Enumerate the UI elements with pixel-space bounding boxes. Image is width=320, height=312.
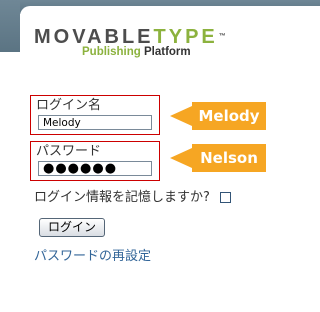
logo-wordmark: MOVABLETYPE™ xyxy=(34,26,226,48)
logo-subtitle-dark: Platform xyxy=(143,46,191,58)
login-button[interactable]: ログイン xyxy=(39,218,106,237)
password-input[interactable] xyxy=(38,161,152,176)
logo-subtitle: Publishing Platform xyxy=(82,46,191,58)
header-bar-left xyxy=(0,0,20,52)
username-callout-text: Melody xyxy=(198,107,260,125)
logo-subtitle-green: Publishing xyxy=(82,46,141,58)
password-label: パスワード xyxy=(36,144,102,159)
password-highlight-box: パスワード xyxy=(30,141,160,181)
password-callout-text: Nelson xyxy=(200,149,258,167)
movabletype-logo: MOVABLETYPE™ Publishing Platform xyxy=(34,26,226,58)
username-input[interactable] xyxy=(38,115,152,130)
username-label: ログイン名 xyxy=(36,98,102,113)
remember-me-checkbox[interactable] xyxy=(220,192,231,203)
logo-wordmark-accent: TYPE xyxy=(153,26,218,48)
username-highlight-box: ログイン名 xyxy=(30,95,160,135)
remember-me-label: ログイン情報を記憶しますか? xyxy=(34,190,210,205)
reset-password-link[interactable]: パスワードの再設定 xyxy=(34,249,151,265)
logo-wordmark-part: MOVABLE xyxy=(34,26,154,48)
logo-trademark: ™ xyxy=(218,33,226,40)
